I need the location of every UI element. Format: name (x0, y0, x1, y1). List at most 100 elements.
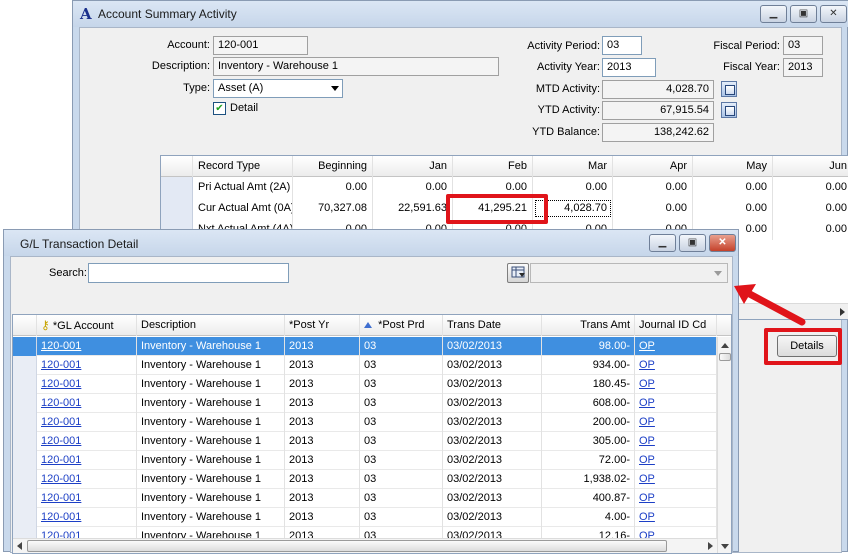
gl-account-link-text[interactable]: 120-001 (41, 340, 81, 352)
gl-account-link[interactable]: 120-001 (37, 356, 137, 375)
record-type-cell[interactable]: Pri Actual Amt (2A) (193, 177, 293, 198)
close-button[interactable]: ✕ (820, 5, 847, 23)
table-row[interactable]: 120-001 Inventory - Warehouse 120130303/0… (13, 470, 731, 489)
journal-id-link[interactable]: OP (635, 508, 717, 527)
column-header-post-prd[interactable]: *Post Prd (360, 315, 443, 336)
restore-button[interactable]: ▣ (790, 5, 817, 23)
row-selector[interactable] (161, 177, 193, 198)
gl-account-link[interactable]: 120-001 (37, 432, 137, 451)
journal-id-link[interactable]: OP (635, 451, 717, 470)
column-header[interactable]: Jun (773, 156, 848, 177)
journal-id-link[interactable]: OP (635, 356, 717, 375)
journal-id-link-text[interactable]: OP (639, 511, 655, 523)
table-row[interactable]: 120-001 Inventory - Warehouse 120130303/0… (13, 489, 731, 508)
column-header-journal-id[interactable]: Journal ID Cd (635, 315, 717, 336)
gl-account-link-text[interactable]: 120-001 (41, 359, 81, 371)
vertical-scroll-thumb[interactable] (719, 353, 731, 361)
table-row[interactable]: 120-001 Inventory - Warehouse 120130303/0… (13, 337, 731, 356)
scroll-right-icon[interactable] (708, 542, 713, 550)
journal-id-link[interactable]: OP (635, 470, 717, 489)
column-header-description[interactable]: Description (137, 315, 285, 336)
transaction-grid-vertical-scrollbar[interactable] (717, 337, 731, 553)
journal-id-link[interactable]: OP (635, 337, 717, 356)
activity-year-field[interactable]: 2013 (602, 58, 656, 77)
detail-close-button[interactable]: ✕ (709, 234, 736, 252)
row-selector[interactable] (13, 432, 37, 451)
record-type-cell[interactable]: Cur Actual Amt (0A) (193, 198, 293, 219)
detail-checkbox[interactable]: ✔ (213, 102, 226, 115)
gl-account-link[interactable]: 120-001 (37, 375, 137, 394)
gl-account-link-text[interactable]: 120-001 (41, 473, 81, 485)
table-row[interactable]: 120-001 Inventory - Warehouse 120130303/0… (13, 356, 731, 375)
row-selector[interactable] (13, 451, 37, 470)
amount-cell[interactable]: 22,591.63 (373, 198, 453, 219)
amount-cell[interactable]: 0.00 (773, 198, 848, 219)
journal-id-link[interactable]: OP (635, 375, 717, 394)
gl-account-link-text[interactable]: 120-001 (41, 378, 81, 390)
journal-id-link[interactable]: OP (635, 413, 717, 432)
table-row[interactable]: 120-001 Inventory - Warehouse 120130303/0… (13, 375, 731, 394)
ytd-calculator-icon[interactable] (721, 102, 737, 118)
scroll-down-icon[interactable] (721, 544, 729, 549)
journal-id-link[interactable]: OP (635, 432, 717, 451)
mtd-calculator-icon[interactable] (721, 81, 737, 97)
journal-id-link-text[interactable]: OP (639, 416, 655, 428)
column-header[interactable]: Record Type (193, 156, 293, 177)
column-header[interactable]: Apr (613, 156, 693, 177)
row-selector[interactable] (13, 470, 37, 489)
column-header[interactable]: Feb (453, 156, 533, 177)
table-row[interactable]: 120-001 Inventory - Warehouse 120130303/0… (13, 451, 731, 470)
column-header-trans-amt[interactable]: Trans Amt (542, 315, 635, 336)
description-field[interactable]: Inventory - Warehouse 1 (213, 57, 499, 76)
gl-account-link[interactable]: 120-001 (37, 451, 137, 470)
gl-account-link[interactable]: 120-001 (37, 394, 137, 413)
type-select[interactable]: Asset (A) (213, 79, 343, 98)
row-selector[interactable] (13, 394, 37, 413)
amount-cell[interactable]: 70,327.08 (293, 198, 373, 219)
transaction-grid-horizontal-scrollbar[interactable] (13, 538, 717, 553)
gl-account-link-text[interactable]: 120-001 (41, 454, 81, 466)
detail-restore-button[interactable]: ▣ (679, 234, 706, 252)
column-header[interactable]: Beginning (293, 156, 373, 177)
amount-cell[interactable]: 0.00 (693, 177, 773, 198)
table-row[interactable]: 120-001 Inventory - Warehouse 120130303/0… (13, 394, 731, 413)
amount-cell[interactable]: 0.00 (613, 177, 693, 198)
account-field[interactable]: 120-001 (213, 36, 308, 55)
journal-id-link[interactable]: OP (635, 489, 717, 508)
filter-button[interactable] (507, 263, 529, 283)
gl-account-link[interactable]: 120-001 (37, 413, 137, 432)
amount-cell[interactable]: 0.00 (293, 177, 373, 198)
detail-minimize-button[interactable]: ▁ (649, 234, 676, 252)
gl-account-link-text[interactable]: 120-001 (41, 416, 81, 428)
column-header-gl-account[interactable]: ⚷ *GL Account (37, 315, 137, 336)
search-input[interactable] (88, 263, 289, 283)
column-header[interactable]: May (693, 156, 773, 177)
summary-title-bar[interactable]: A Account Summary Activity ▁ ▣ ✕ (73, 1, 848, 27)
amount-cell[interactable]: 0.00 (773, 177, 848, 198)
journal-id-link-text[interactable]: OP (639, 454, 655, 466)
journal-id-link-text[interactable]: OP (639, 473, 655, 485)
amount-cell[interactable]: 0.00 (773, 219, 848, 240)
row-selector[interactable] (13, 337, 37, 356)
row-selector[interactable] (13, 375, 37, 394)
journal-id-link-text[interactable]: OP (639, 435, 655, 447)
journal-id-link[interactable]: OP (635, 394, 717, 413)
journal-id-link-text[interactable]: OP (639, 397, 655, 409)
row-selector[interactable] (161, 198, 193, 219)
column-header[interactable]: Jan (373, 156, 453, 177)
column-header-post-yr[interactable]: *Post Yr (285, 315, 360, 336)
table-row[interactable]: 120-001 Inventory - Warehouse 120130303/0… (13, 508, 731, 527)
gl-account-link[interactable]: 120-001 (37, 489, 137, 508)
minimize-button[interactable]: ▁ (760, 5, 787, 23)
amount-cell[interactable]: 0.00 (373, 177, 453, 198)
gl-account-link[interactable]: 120-001 (37, 470, 137, 489)
journal-id-link-text[interactable]: OP (639, 492, 655, 504)
gl-account-link[interactable]: 120-001 (37, 508, 137, 527)
gl-account-link-text[interactable]: 120-001 (41, 492, 81, 504)
journal-id-link-text[interactable]: OP (639, 340, 655, 352)
gl-account-link[interactable]: 120-001 (37, 337, 137, 356)
activity-period-field[interactable]: 03 (602, 36, 642, 55)
scroll-up-icon[interactable] (721, 343, 729, 348)
column-header[interactable]: Mar (533, 156, 613, 177)
horizontal-scroll-thumb[interactable] (27, 540, 667, 552)
